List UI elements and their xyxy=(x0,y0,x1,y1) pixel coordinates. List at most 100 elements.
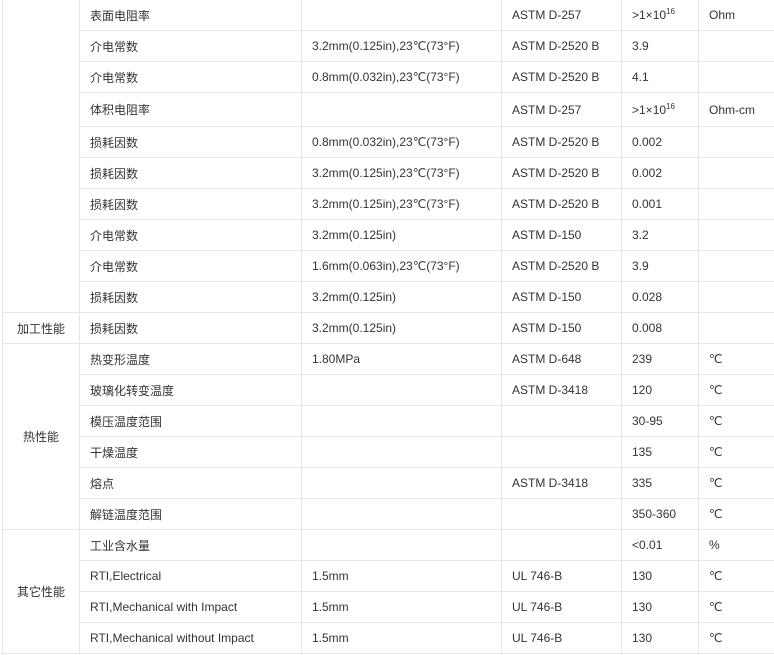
category-cell: 热性能 xyxy=(2,343,80,530)
property-cell: RTI,Electrical xyxy=(79,560,302,592)
method-cell: ASTM D-2520 B xyxy=(501,188,622,220)
unit-cell: ℃ xyxy=(698,498,774,530)
table-row: 损耗因数 0.8mm(0.032in),23℃(73°F) ASTM D-252… xyxy=(3,126,774,158)
value-cell: 3.9 xyxy=(621,30,699,62)
method-cell: ASTM D-2520 B xyxy=(501,126,622,158)
value-cell: 0.001 xyxy=(621,188,699,220)
condition-cell: 3.2mm(0.125in) xyxy=(301,281,502,313)
property-cell: 热变形温度 xyxy=(79,343,302,375)
value-cell: 239 xyxy=(621,343,699,375)
value-cell: 4.1 xyxy=(621,61,699,93)
method-cell: ASTM D-150 xyxy=(501,219,622,251)
method-cell: ASTM D-257 xyxy=(501,0,622,31)
value-cell: >1×1016 xyxy=(621,92,699,127)
table-row: 解链温度范围 350-360 ℃ xyxy=(3,498,774,530)
method-cell: ASTM D-3418 xyxy=(501,467,622,499)
method-cell xyxy=(501,498,622,530)
property-cell: 损耗因数 xyxy=(79,126,302,158)
condition-cell: 3.2mm(0.125in),23℃(73°F) xyxy=(301,188,502,220)
table-row: 损耗因数 3.2mm(0.125in),23℃(73°F) ASTM D-252… xyxy=(3,157,774,189)
table-row: 介电常数 1.6mm(0.063in),23℃(73°F) ASTM D-252… xyxy=(3,250,774,282)
condition-cell: 1.5mm xyxy=(301,622,502,654)
method-cell: ASTM D-2520 B xyxy=(501,157,622,189)
value-cell: 0.002 xyxy=(621,126,699,158)
method-cell: ASTM D-2520 B xyxy=(501,61,622,93)
property-cell: 介电常数 xyxy=(79,61,302,93)
unit-cell: ℃ xyxy=(698,374,774,406)
table-row: 加工性能 损耗因数 3.2mm(0.125in) ASTM D-150 0.00… xyxy=(2,312,774,344)
value-cell: 3.9 xyxy=(621,250,699,282)
table-row: 熔点 ASTM D-3418 335 ℃ xyxy=(3,467,774,499)
condition-cell xyxy=(301,92,502,127)
property-cell: 介电常数 xyxy=(79,30,302,62)
method-cell xyxy=(501,436,622,468)
method-cell: UL 746-B xyxy=(501,560,622,592)
property-cell: 体积电阻率 xyxy=(79,92,302,127)
value-cell: 135 xyxy=(621,436,699,468)
unit-cell: ℃ xyxy=(698,591,774,623)
condition-cell: 0.8mm(0.032in),23℃(73°F) xyxy=(301,126,502,158)
unit-cell: ℃ xyxy=(698,405,774,437)
property-cell: 工业含水量 xyxy=(79,529,302,561)
value-exponent: 16 xyxy=(666,101,675,111)
condition-cell: 1.80MPa xyxy=(301,343,502,375)
property-cell: 损耗因数 xyxy=(79,157,302,189)
value-cell: 350-360 xyxy=(621,498,699,530)
property-cell: 熔点 xyxy=(79,467,302,499)
value-cell: <0.01 xyxy=(621,529,699,561)
value-cell: 0.008 xyxy=(621,312,699,344)
value-cell: 3.2 xyxy=(621,219,699,251)
unit-cell xyxy=(698,312,774,344)
value-cell: 0.002 xyxy=(621,157,699,189)
unit-cell xyxy=(698,126,774,158)
properties-table: 表面电阻率 ASTM D-257 >1×1016 Ohm 介电常数 3.2mm(… xyxy=(2,0,774,654)
table-row: 玻璃化转变温度 ASTM D-3418 120 ℃ xyxy=(3,374,774,406)
unit-cell: ℃ xyxy=(698,560,774,592)
property-cell: RTI,Mechanical with Impact xyxy=(79,591,302,623)
unit-cell: ℃ xyxy=(698,343,774,375)
method-cell: UL 746-B xyxy=(501,622,622,654)
condition-cell: 1.5mm xyxy=(301,591,502,623)
table-row: 模压温度范围 30-95 ℃ xyxy=(3,405,774,437)
condition-cell: 1.5mm xyxy=(301,560,502,592)
condition-cell: 0.8mm(0.032in),23℃(73°F) xyxy=(301,61,502,93)
condition-cell xyxy=(301,374,502,406)
method-cell: ASTM D-2520 B xyxy=(501,30,622,62)
table-row: RTI,Mechanical without Impact 1.5mm UL 7… xyxy=(3,622,774,654)
table-row: 表面电阻率 ASTM D-257 >1×1016 Ohm xyxy=(2,0,774,313)
condition-cell: 3.2mm(0.125in) xyxy=(301,312,502,344)
unit-cell: Ohm-cm xyxy=(698,92,774,127)
property-cell: 解链温度范围 xyxy=(79,498,302,530)
condition-cell xyxy=(301,529,502,561)
property-cell: 损耗因数 xyxy=(79,188,302,220)
property-cell: 损耗因数 xyxy=(79,312,302,344)
method-cell: ASTM D-150 xyxy=(501,312,622,344)
property-cell: 介电常数 xyxy=(79,250,302,282)
unit-cell xyxy=(698,61,774,93)
value-cell: >1×1016 xyxy=(621,0,699,31)
condition-cell xyxy=(301,0,502,31)
property-cell: 介电常数 xyxy=(79,219,302,251)
category-cell: 加工性能 xyxy=(2,312,80,344)
condition-cell: 3.2mm(0.125in),23℃(73°F) xyxy=(301,30,502,62)
unit-cell: % xyxy=(698,529,774,561)
method-cell: ASTM D-3418 xyxy=(501,374,622,406)
property-cell: 玻璃化转变温度 xyxy=(79,374,302,406)
method-cell: ASTM D-648 xyxy=(501,343,622,375)
method-cell: ASTM D-2520 B xyxy=(501,250,622,282)
method-cell: UL 746-B xyxy=(501,591,622,623)
property-cell: 干燥温度 xyxy=(79,436,302,468)
method-cell xyxy=(501,405,622,437)
condition-cell xyxy=(301,405,502,437)
unit-cell: ℃ xyxy=(698,467,774,499)
category-cell: 其它性能 xyxy=(2,529,80,654)
unit-cell: ℃ xyxy=(698,622,774,654)
value-prefix: >1×10 xyxy=(632,102,667,117)
condition-cell xyxy=(301,498,502,530)
table-row: 热性能 热变形温度 1.80MPa ASTM D-648 239 ℃ xyxy=(2,343,774,530)
table-row: RTI,Mechanical with Impact 1.5mm UL 746-… xyxy=(3,591,774,623)
property-cell: RTI,Mechanical without Impact xyxy=(79,622,302,654)
property-cell: 损耗因数 xyxy=(79,281,302,313)
value-cell: 120 xyxy=(621,374,699,406)
unit-cell xyxy=(698,157,774,189)
